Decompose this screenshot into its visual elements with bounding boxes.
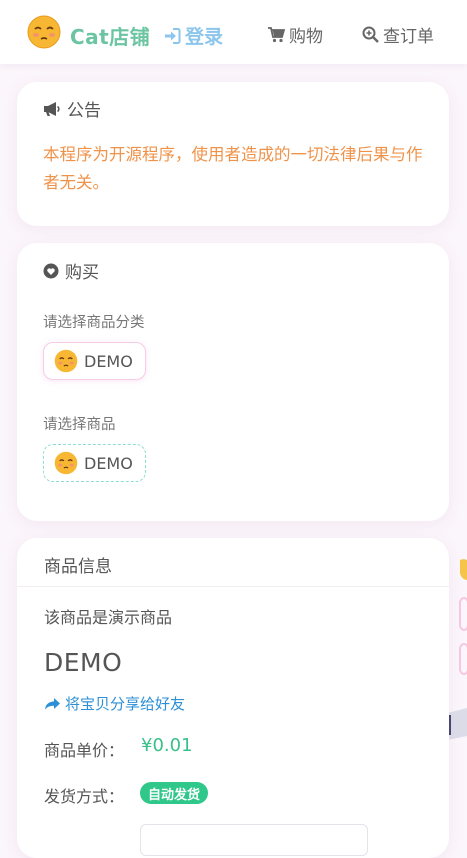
category-option-demo[interactable]: DEMO (43, 342, 146, 380)
search-plus-icon (362, 26, 379, 43)
share-arrow-icon (45, 697, 60, 710)
login-link[interactable]: 登录 (163, 22, 223, 49)
notice-card: 公告 本程序为开源程序，使用者造成的一切法律后果与作者无关。 (17, 82, 449, 226)
share-label: 将宝贝分享给好友 (65, 695, 186, 713)
buy-card: 购买 请选择商品分类 DEMO 请选择商品 DEMO (17, 243, 449, 521)
share-link[interactable]: 将宝贝分享给好友 (44, 693, 185, 714)
emoji-face-icon (54, 451, 78, 475)
delivery-label: 发货方式： (44, 787, 125, 806)
product-name: DEMO (44, 648, 123, 677)
logo-emoji-icon[interactable] (27, 15, 61, 49)
divider (17, 586, 449, 587)
product-info-card: 商品信息 该商品是演示商品 DEMO 将宝贝分享给好友 商品单价： ¥0.01 … (17, 538, 449, 858)
nav-order-label: 查订单 (383, 27, 434, 47)
buy-title-label: 购买 (65, 263, 99, 283)
nav-shop-link[interactable]: 购物 (268, 22, 323, 47)
notice-title: 公告 (43, 96, 101, 121)
product-option-demo[interactable]: DEMO (43, 444, 146, 482)
emoji-face-icon (54, 349, 78, 373)
bullhorn-icon (44, 101, 60, 116)
heart-circle-icon (43, 263, 59, 278)
auto-delivery-badge: 自动发货 (140, 782, 209, 804)
price-label: 商品单价： (44, 741, 125, 760)
notice-text: 本程序为开源程序，使用者造成的一切法律后果与作者无关。 (43, 145, 423, 192)
sign-in-icon (165, 27, 181, 44)
product-info-title: 商品信息 (44, 557, 112, 577)
brand-name[interactable]: Cat店铺 (70, 21, 150, 50)
nav-shop-label: 购物 (289, 27, 323, 47)
notice-title-label: 公告 (67, 101, 101, 121)
product-description: 该商品是演示商品 (44, 608, 173, 627)
shopping-cart-icon (268, 26, 285, 42)
product-label: 请选择商品 (43, 417, 116, 433)
login-label: 登录 (185, 26, 224, 48)
product-option-label: DEMO (84, 453, 133, 473)
buy-title: 购买 (43, 258, 99, 283)
category-option-label: DEMO (84, 351, 133, 371)
category-label: 请选择商品分类 (43, 315, 145, 331)
price-value: ¥0.01 (141, 735, 193, 756)
top-navbar: Cat店铺 登录 购物 查订单 (0, 0, 467, 64)
nav-order-link[interactable]: 查订单 (362, 22, 434, 47)
